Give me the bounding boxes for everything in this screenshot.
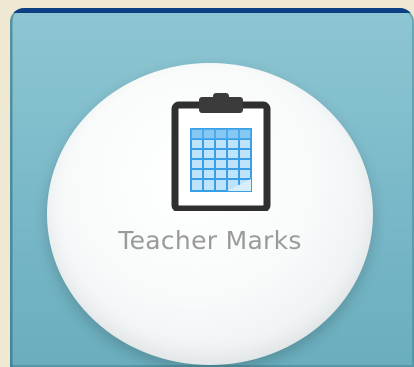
teacher-marks-tile[interactable]: Teacher Marks bbox=[10, 8, 414, 367]
teacher-marks-button[interactable]: Teacher Marks bbox=[47, 63, 373, 365]
clipboard-grid-icon bbox=[171, 93, 271, 211]
tile-label: Teacher Marks bbox=[118, 226, 302, 255]
tile-top-border bbox=[10, 8, 414, 13]
tile-left-edge bbox=[10, 8, 13, 367]
page: Teacher Marks bbox=[0, 0, 414, 367]
